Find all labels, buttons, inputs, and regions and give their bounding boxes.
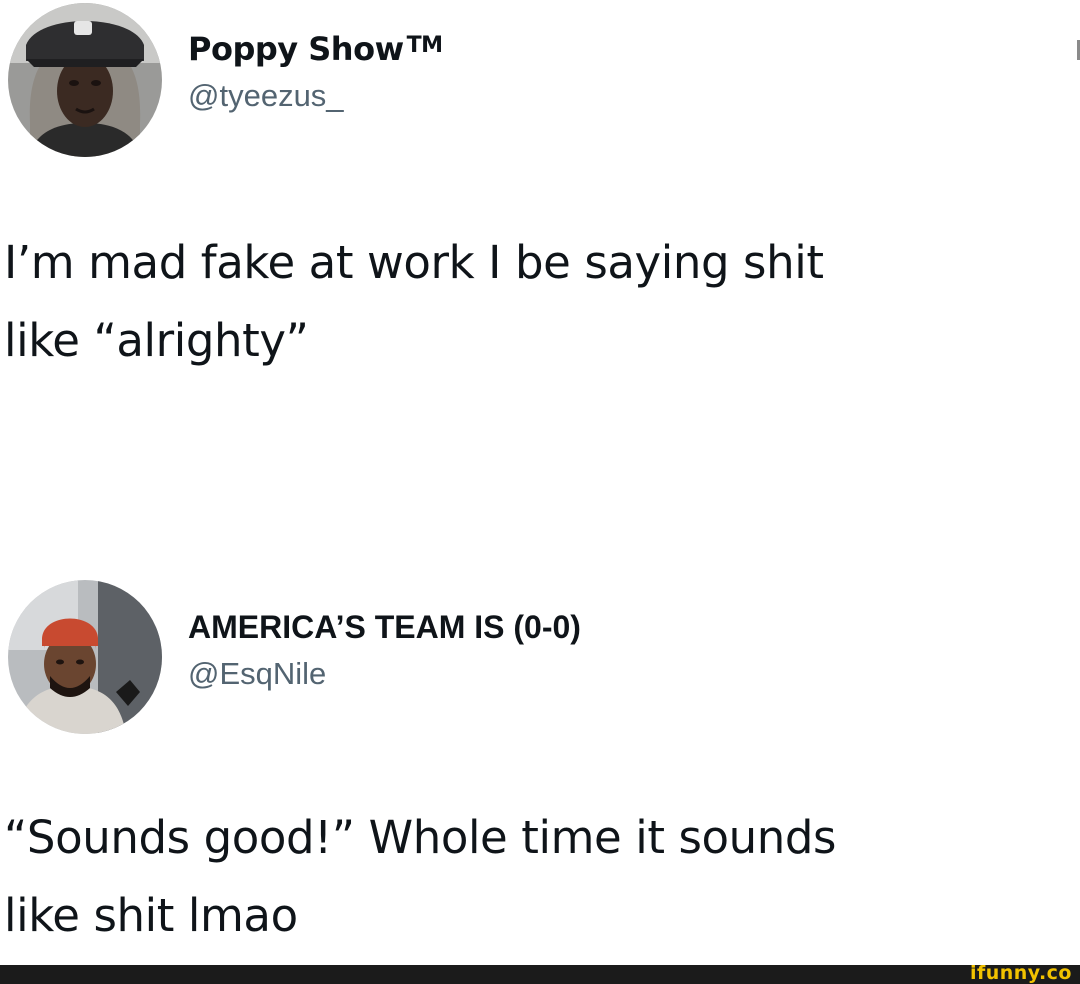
display-name[interactable]: AMERICA’S TEAM IS (0-0) <box>188 609 581 646</box>
display-name[interactable]: Poppy Show TM <box>188 30 443 68</box>
avatar[interactable] <box>8 3 162 157</box>
watermark-bar: ifunny.co <box>0 962 1080 984</box>
username-handle[interactable]: @tyeezus_ <box>188 78 443 114</box>
ifunny-watermark: ifunny.co <box>969 962 1072 984</box>
tweet-text-line: like shit lmao <box>4 889 298 942</box>
avatar-image <box>8 3 162 157</box>
tweet-card: AMERICA’S TEAM IS (0-0) @EsqNile “Sounds… <box>0 575 1080 965</box>
tweet-text-line: “Sounds good!” Whole time it sounds <box>4 811 837 864</box>
tweet-card: Poppy Show TM @tyeezus_ I’m mad fake at w… <box>0 0 1080 560</box>
tweet-text-line: I’m mad fake at work I be saying shit <box>4 236 824 289</box>
avatar-image <box>8 580 162 734</box>
display-name-text: Poppy Show <box>188 30 404 68</box>
avatar[interactable] <box>8 580 162 734</box>
trademark-suffix: TM <box>406 33 443 58</box>
user-info: AMERICA’S TEAM IS (0-0) @EsqNile <box>188 609 581 692</box>
tweet-text-line: like “alrighty” <box>4 314 309 367</box>
tweet-text: “Sounds good!” Whole time it sounds like… <box>4 799 837 955</box>
username-handle[interactable]: @EsqNile <box>188 656 581 692</box>
user-info: Poppy Show TM @tyeezus_ <box>188 30 443 114</box>
tweet-text: I’m mad fake at work I be saying shit li… <box>4 224 824 380</box>
